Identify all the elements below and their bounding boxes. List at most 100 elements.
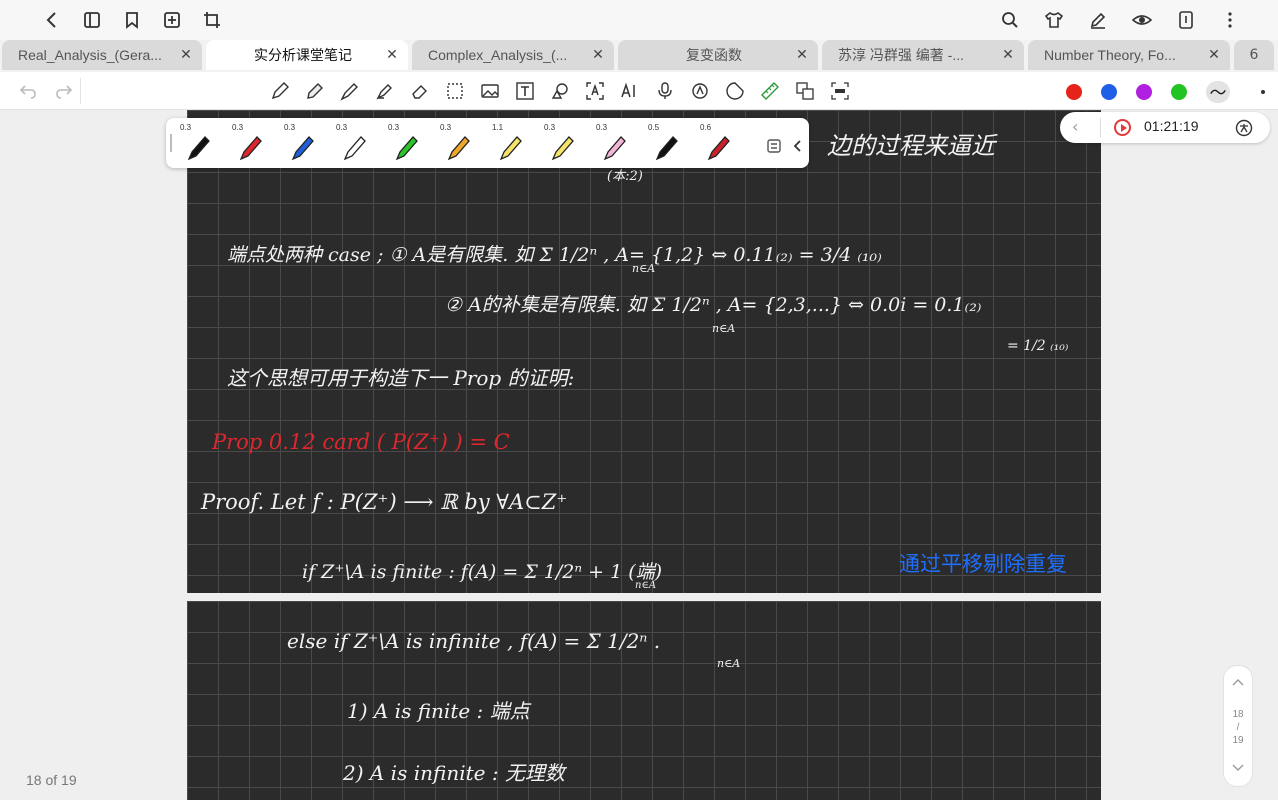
chevron-down-icon[interactable]	[1232, 764, 1244, 775]
recording-time: 01:21:19	[1144, 118, 1199, 134]
pen-preset[interactable]: 0.3	[176, 120, 220, 166]
pen-preset[interactable]: 0.3	[332, 120, 376, 166]
pen-icon	[655, 136, 678, 161]
tab-complex-analysis[interactable]: Complex_Analysis_(... ✕	[412, 40, 614, 70]
search-icon[interactable]	[998, 8, 1022, 32]
back-icon[interactable]	[40, 8, 64, 32]
theme-shirt-icon[interactable]	[1042, 8, 1066, 32]
pen-preset[interactable]: 0.5	[644, 120, 688, 166]
tab-close-icon[interactable]: ✕	[384, 47, 400, 63]
translate-icon[interactable]	[793, 79, 817, 103]
pen-preset[interactable]: 0.3	[540, 120, 584, 166]
palette-settings-icon[interactable]	[762, 134, 786, 158]
tab-close-icon[interactable]: ✕	[794, 47, 810, 63]
tab-close-icon[interactable]: ✕	[590, 47, 606, 63]
color-green-swatch[interactable]	[1171, 84, 1187, 100]
microphone-icon[interactable]	[653, 79, 677, 103]
sticker-icon[interactable]	[723, 79, 747, 103]
tab-real-analysis[interactable]: Real_Analysis_(Gera... ✕	[2, 40, 202, 70]
scroller-total-pages: 19	[1232, 735, 1244, 746]
note-canvas[interactable]: 边的过程来逼近 (本:2) 端点处两种 case ; ① A是有限集. 如 Σ …	[0, 110, 1278, 800]
note-page-18[interactable]: 边的过程来逼近 (本:2) 端点处两种 case ; ① A是有限集. 如 Σ …	[187, 110, 1101, 593]
ink-line1-subscript: n∈A	[632, 262, 656, 275]
transcribe-icon[interactable]	[1232, 116, 1256, 140]
tab-number-theory[interactable]: Number Theory, Fo... ✕	[1028, 40, 1230, 70]
tablet-mode-icon[interactable]	[1174, 8, 1198, 32]
tab-label: 苏淳 冯群强 编著 -...	[838, 47, 964, 63]
tab-count-label: 6	[1249, 47, 1259, 63]
tab-sun-chun-book[interactable]: 苏淳 冯群强 编著 -... ✕	[822, 40, 1024, 70]
toolbar-divider	[80, 78, 81, 104]
pencil-icon[interactable]	[303, 79, 327, 103]
highlighter-icon[interactable]	[373, 79, 397, 103]
image-icon[interactable]	[478, 79, 502, 103]
pen-preset[interactable]: 0.3	[228, 120, 272, 166]
page-scroller[interactable]: 18 / 19	[1223, 665, 1253, 787]
pen-preset[interactable]: 0.3	[280, 120, 324, 166]
tab-real-analysis-notes[interactable]: 实分析课堂笔记 ✕	[206, 40, 408, 70]
tab-count-button[interactable]: 6	[1234, 40, 1274, 70]
pen-preset[interactable]: 1.1	[488, 120, 532, 166]
tab-close-icon[interactable]: ✕	[1000, 47, 1016, 63]
top-bar-right-actions	[998, 0, 1242, 40]
top-bar-left-actions	[40, 0, 224, 40]
outline-panel-icon[interactable]	[80, 8, 104, 32]
more-vertical-icon[interactable]	[1218, 8, 1242, 32]
crop-icon[interactable]	[200, 8, 224, 32]
color-red-swatch[interactable]	[1066, 84, 1082, 100]
pen-icon	[603, 136, 626, 161]
bookmark-icon[interactable]	[120, 8, 144, 32]
pen-icon	[343, 136, 366, 161]
redo-icon[interactable]	[52, 79, 76, 103]
text-recognize-icon[interactable]	[583, 79, 607, 103]
pen-preset[interactable]: 0.6	[696, 120, 740, 166]
ballpoint-pen-icon[interactable]	[338, 79, 362, 103]
ink-blue-note: 通过平移剔除重复	[899, 552, 1067, 576]
audio-link-icon[interactable]	[688, 79, 712, 103]
pen-preset[interactable]: 0.3	[592, 120, 636, 166]
palette-drag-handle[interactable]	[170, 134, 173, 152]
ink-if-subscript: n∈A	[635, 580, 657, 591]
ink-line-complement-finite: ② A的补集是有限集. 如 Σ 1/2ⁿ , A= {2,3,...} ⇔ 0.…	[445, 294, 982, 316]
ink-case-infinite: 2) A is infinite : 无理数	[343, 761, 565, 785]
tab-close-icon[interactable]: ✕	[178, 47, 194, 63]
pen-size-label: 0.3	[544, 123, 556, 132]
color-blue-swatch[interactable]	[1101, 84, 1117, 100]
tab-close-icon[interactable]: ✕	[1206, 47, 1222, 63]
chevron-left-icon[interactable]: ‹	[1072, 117, 1078, 136]
edit-pen-icon[interactable]	[1086, 8, 1110, 32]
text-box-icon[interactable]	[513, 79, 537, 103]
pen-size-label: 0.3	[180, 123, 192, 132]
ai-icon[interactable]	[618, 79, 642, 103]
tab-label: Complex_Analysis_(...	[428, 47, 568, 63]
chevron-up-icon[interactable]	[1232, 678, 1244, 689]
ruler-icon[interactable]	[758, 79, 782, 103]
fountain-pen-icon[interactable]	[268, 79, 292, 103]
more-colors-icon[interactable]	[1261, 90, 1265, 94]
undo-icon[interactable]	[16, 79, 40, 103]
play-icon[interactable]	[1114, 119, 1131, 136]
stroke-style-button[interactable]	[1206, 81, 1230, 103]
tab-complex-functions[interactable]: 复变函数 ✕	[618, 40, 818, 70]
ink-else-line: else if Z⁺\A is infinite , f(A) = Σ 1/2ⁿ…	[287, 629, 661, 653]
recording-divider	[1100, 118, 1101, 137]
history-controls	[16, 79, 76, 103]
ocr-icon[interactable]	[828, 79, 852, 103]
pen-preset[interactable]: 0.3	[384, 120, 428, 166]
ink-proof-line: Proof. Let f : P(Z⁺) ⟶ ℝ by ∀A⊂Z⁺	[201, 490, 568, 514]
pen-preset[interactable]: 0.3	[436, 120, 480, 166]
tool-icons	[268, 79, 852, 103]
audio-recording-widget: ‹ 01:21:19	[1060, 112, 1270, 143]
eraser-icon[interactable]	[408, 79, 432, 103]
palette-collapse-icon[interactable]	[786, 134, 810, 158]
pen-icon	[239, 136, 262, 161]
view-eye-icon[interactable]	[1130, 8, 1154, 32]
pen-icon	[447, 136, 470, 161]
add-page-icon[interactable]	[160, 8, 184, 32]
pen-icon	[395, 136, 418, 161]
lasso-select-icon[interactable]	[443, 79, 467, 103]
color-purple-swatch[interactable]	[1136, 84, 1152, 100]
tab-label: 复变函数	[686, 47, 742, 63]
note-page-19[interactable]: else if Z⁺\A is infinite , f(A) = Σ 1/2ⁿ…	[187, 601, 1101, 800]
shape-icon[interactable]	[548, 79, 572, 103]
